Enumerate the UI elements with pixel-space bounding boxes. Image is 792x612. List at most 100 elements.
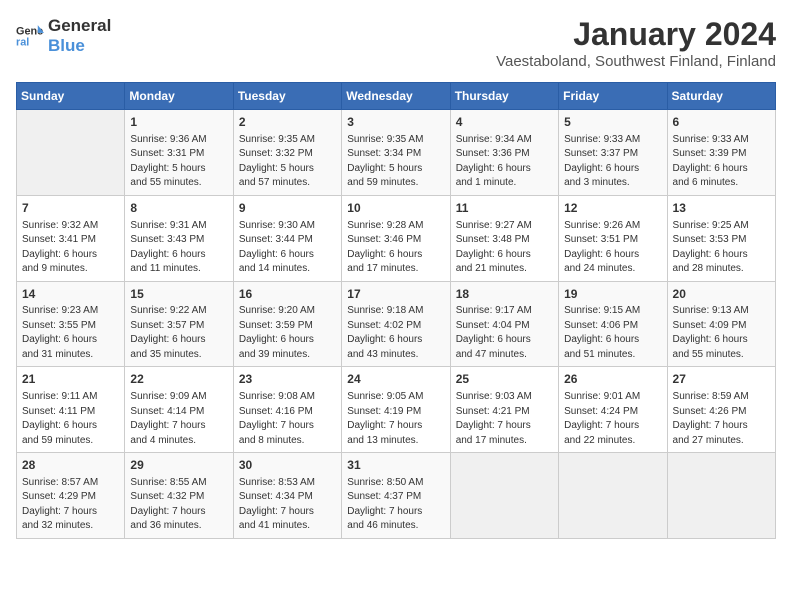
calendar-cell [559,453,667,539]
day-number: 15 [130,286,227,303]
day-number: 20 [673,286,770,303]
calendar-cell: 26Sunrise: 9:01 AMSunset: 4:24 PMDayligh… [559,367,667,453]
day-number: 5 [564,114,661,131]
calendar-cell: 4 Sunrise: 9:34 AMSunset: 3:36 PMDaylight… [450,110,558,196]
day-info: Sunrise: 9:34 AMSunset: 3:36 PMDaylight:… [456,133,553,191]
calendar-header-row: SundayMondayTuesdayWednesdayThursdayFrid… [17,83,776,110]
calendar-cell [17,110,125,196]
header-saturday: Saturday [667,83,775,110]
day-info: Sunrise: 8:50 AMSunset: 4:37 PMDaylight:… [347,476,444,534]
day-info: Sunrise: 9:26 AMSunset: 3:51 PMDaylight:… [564,219,661,277]
calendar-week-row: 28 Sunrise: 8:57 AMSunset: 4:29 PMDayligh… [17,453,776,539]
svg-text:ral: ral [16,36,29,48]
calendar-cell: 2Sunrise: 9:35 AMSunset: 3:32 PMDaylight… [233,110,341,196]
day-number: 29 [130,457,227,474]
day-info: Sunrise: 9:18 AMSunset: 4:02 PMDaylight:… [347,304,444,362]
header-monday: Monday [125,83,233,110]
calendar-week-row: 14Sunrise: 9:23 AMSunset: 3:55 PMDayligh… [17,281,776,367]
calendar-cell: 9 Sunrise: 9:30 AMSunset: 3:44 PMDaylight… [233,195,341,281]
calendar-cell: 14Sunrise: 9:23 AMSunset: 3:55 PMDayligh… [17,281,125,367]
day-number: 22 [130,371,227,388]
calendar-cell: 17Sunrise: 9:18 AMSunset: 4:02 PMDayligh… [342,281,450,367]
day-info: Sunrise: 9:31 AMSunset: 3:43 PMDaylight:… [130,219,227,277]
day-number: 10 [347,200,444,217]
day-info: Sunrise: 9:35 AMSunset: 3:32 PMDaylight:… [239,133,336,191]
day-number: 26 [564,371,661,388]
day-number: 7 [22,200,119,217]
day-number: 31 [347,457,444,474]
day-info: Sunrise: 9:35 AMSunset: 3:34 PMDaylight:… [347,133,444,191]
day-number: 16 [239,286,336,303]
day-info: Sunrise: 9:36 AMSunset: 3:31 PMDaylight:… [130,133,227,191]
header-friday: Friday [559,83,667,110]
title-block: January 2024 Vaestaboland, Southwest Fin… [496,16,776,70]
day-number: 4 [456,114,553,131]
calendar-week-row: 7 Sunrise: 9:32 AMSunset: 3:41 PMDaylight… [17,195,776,281]
day-info: Sunrise: 9:27 AMSunset: 3:48 PMDaylight:… [456,219,553,277]
day-number: 9 [239,200,336,217]
calendar-cell: 23 Sunrise: 9:08 AMSunset: 4:16 PMDayligh… [233,367,341,453]
day-info: Sunrise: 9:03 AMSunset: 4:21 PMDaylight:… [456,390,553,448]
day-info: Sunrise: 9:08 AMSunset: 4:16 PMDaylight:… [239,390,336,448]
calendar-cell: 20Sunrise: 9:13 AMSunset: 4:09 PMDayligh… [667,281,775,367]
day-info: Sunrise: 9:22 AMSunset: 3:57 PMDaylight:… [130,304,227,362]
day-info: Sunrise: 9:25 AMSunset: 3:53 PMDaylight:… [673,219,770,277]
location-subtitle: Vaestaboland, Southwest Finland, Finland [496,53,776,70]
day-number: 1 [130,114,227,131]
calendar-cell: 27Sunrise: 8:59 AMSunset: 4:26 PMDayligh… [667,367,775,453]
day-number: 12 [564,200,661,217]
day-number: 30 [239,457,336,474]
day-info: Sunrise: 9:30 AMSunset: 3:44 PMDaylight:… [239,219,336,277]
calendar-week-row: 21 Sunrise: 9:11 AMSunset: 4:11 PMDayligh… [17,367,776,453]
calendar-cell: 11Sunrise: 9:27 AMSunset: 3:48 PMDayligh… [450,195,558,281]
calendar-cell: 10 Sunrise: 9:28 AMSunset: 3:46 PMDayligh… [342,195,450,281]
logo: Gene ral General Blue [16,16,111,55]
day-info: Sunrise: 9:32 AMSunset: 3:41 PMDaylight:… [22,219,119,277]
calendar-table: SundayMondayTuesdayWednesdayThursdayFrid… [16,82,776,539]
day-info: Sunrise: 9:28 AMSunset: 3:46 PMDaylight:… [347,219,444,277]
calendar-cell: 7 Sunrise: 9:32 AMSunset: 3:41 PMDaylight… [17,195,125,281]
calendar-cell: 12 Sunrise: 9:26 AMSunset: 3:51 PMDayligh… [559,195,667,281]
day-info: Sunrise: 9:13 AMSunset: 4:09 PMDaylight:… [673,304,770,362]
calendar-cell: 19Sunrise: 9:15 AMSunset: 4:06 PMDayligh… [559,281,667,367]
day-info: Sunrise: 8:57 AMSunset: 4:29 PMDaylight:… [22,476,119,534]
header-wednesday: Wednesday [342,83,450,110]
day-number: 3 [347,114,444,131]
calendar-cell: 8 Sunrise: 9:31 AMSunset: 3:43 PMDaylight… [125,195,233,281]
day-number: 18 [456,286,553,303]
day-number: 24 [347,371,444,388]
day-number: 25 [456,371,553,388]
calendar-cell: 5Sunrise: 9:33 AMSunset: 3:37 PMDaylight… [559,110,667,196]
logo-icon: Gene ral [16,22,44,50]
day-info: Sunrise: 9:33 AMSunset: 3:39 PMDaylight:… [673,133,770,191]
day-number: 14 [22,286,119,303]
logo-text-line2: Blue [48,36,111,56]
calendar-cell: 6Sunrise: 9:33 AMSunset: 3:39 PMDaylight… [667,110,775,196]
calendar-cell: 29 Sunrise: 8:55 AMSunset: 4:32 PMDayligh… [125,453,233,539]
calendar-cell: 15Sunrise: 9:22 AMSunset: 3:57 PMDayligh… [125,281,233,367]
day-info: Sunrise: 9:20 AMSunset: 3:59 PMDaylight:… [239,304,336,362]
day-number: 28 [22,457,119,474]
logo-text-line1: General [48,16,111,36]
calendar-cell: 21 Sunrise: 9:11 AMSunset: 4:11 PMDayligh… [17,367,125,453]
day-number: 23 [239,371,336,388]
calendar-cell: 13Sunrise: 9:25 AMSunset: 3:53 PMDayligh… [667,195,775,281]
header-tuesday: Tuesday [233,83,341,110]
day-number: 27 [673,371,770,388]
day-info: Sunrise: 9:05 AMSunset: 4:19 PMDaylight:… [347,390,444,448]
calendar-cell [450,453,558,539]
day-info: Sunrise: 9:17 AMSunset: 4:04 PMDaylight:… [456,304,553,362]
calendar-cell: 31 Sunrise: 8:50 AMSunset: 4:37 PMDayligh… [342,453,450,539]
header-thursday: Thursday [450,83,558,110]
day-info: Sunrise: 9:11 AMSunset: 4:11 PMDaylight:… [22,390,119,448]
calendar-cell: 30Sunrise: 8:53 AMSunset: 4:34 PMDayligh… [233,453,341,539]
day-number: 21 [22,371,119,388]
day-number: 8 [130,200,227,217]
calendar-cell: 16Sunrise: 9:20 AMSunset: 3:59 PMDayligh… [233,281,341,367]
day-number: 17 [347,286,444,303]
day-info: Sunrise: 9:09 AMSunset: 4:14 PMDaylight:… [130,390,227,448]
header-sunday: Sunday [17,83,125,110]
day-info: Sunrise: 9:15 AMSunset: 4:06 PMDaylight:… [564,304,661,362]
day-number: 19 [564,286,661,303]
day-info: Sunrise: 8:55 AMSunset: 4:32 PMDaylight:… [130,476,227,534]
